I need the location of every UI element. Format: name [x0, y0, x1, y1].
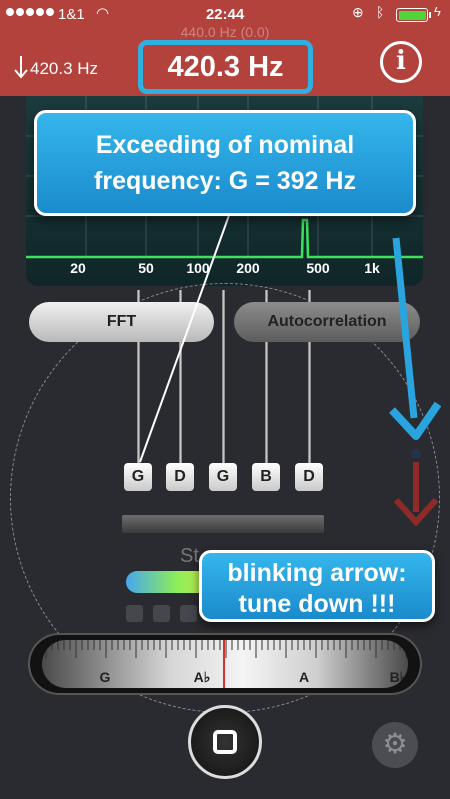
string-button-d-low[interactable]: D	[166, 463, 194, 491]
detected-frequency-main: 420.3 Hz	[138, 40, 313, 94]
rotation-lock-icon: ⊕	[352, 4, 364, 20]
stop-square-icon	[213, 730, 237, 754]
scale-note-label: G	[99, 669, 111, 685]
spectrum-tick-label: 200	[236, 260, 260, 276]
reference-reading: 440.0 Hz (0.0)	[180, 24, 270, 40]
stop-button[interactable]	[188, 705, 262, 779]
detected-frequency-small: 420.3 Hz	[30, 59, 99, 78]
string-button-g[interactable]: G	[209, 463, 237, 491]
obscured-text: St	[180, 545, 199, 567]
string-button-g-low[interactable]: G	[124, 463, 152, 491]
battery-tip	[429, 12, 431, 18]
scale-note-label: A	[298, 669, 310, 685]
gear-icon: ⚙	[382, 728, 408, 759]
string-button-b[interactable]: B	[252, 463, 280, 491]
callout-nominal-frequency: Exceeding of nominal frequency: G = 392 …	[34, 110, 416, 216]
callout-line: frequency: G = 392 Hz	[94, 167, 356, 195]
down-arrow-icon	[14, 56, 28, 79]
callout-line: tune down !!!	[238, 590, 396, 618]
battery-icon	[396, 8, 428, 22]
spectrum-tick-label: 50	[138, 260, 154, 276]
spectrum-tick-label: 500	[306, 260, 330, 276]
string-button-d[interactable]: D	[295, 463, 323, 491]
bluetooth-icon: ᛒ	[376, 4, 385, 20]
autocorrelation-mode-button[interactable]: Autocorrelation	[234, 302, 420, 342]
spectrum-tick-label: 20	[70, 260, 86, 276]
callout-line: Exceeding of nominal	[95, 131, 355, 159]
settings-button[interactable]: ⚙	[372, 722, 418, 768]
scale-note-label: B♭	[389, 669, 407, 685]
info-button[interactable]: i	[380, 41, 422, 83]
charging-bolt-icon: ϟ	[434, 4, 441, 19]
callout-line: blinking arrow:	[227, 559, 407, 587]
fft-mode-button[interactable]: FFT	[29, 302, 214, 342]
spectrum-tick-label: 1k	[364, 260, 380, 276]
pitch-scale-strip: G A♭ A B♭	[42, 640, 408, 688]
instrument-bridge	[122, 515, 324, 533]
frequency-header: 440.0 Hz (0.0) 420.3 Hz 420.3 Hz i	[0, 24, 450, 96]
string-line	[222, 290, 225, 465]
pitch-scale: G A♭ A B♭	[30, 635, 420, 693]
spectrum-tick-label: 100	[186, 260, 210, 276]
scale-note-label: A♭	[193, 669, 211, 685]
callout-tune-down: blinking arrow: tune down !!!	[199, 550, 435, 622]
